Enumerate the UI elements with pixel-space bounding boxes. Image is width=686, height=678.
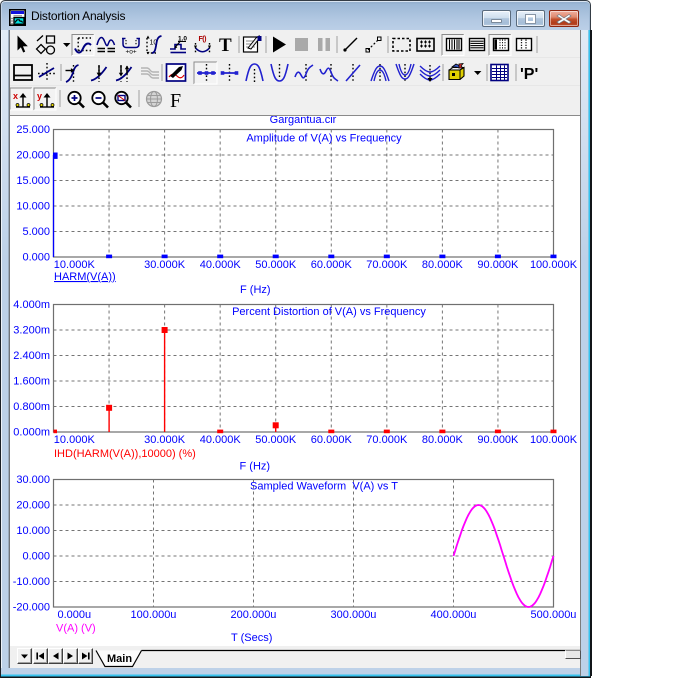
svg-text:500.000u: 500.000u <box>531 609 577 621</box>
svg-text:T: T <box>219 35 232 56</box>
svg-text:15.000: 15.000 <box>16 175 50 187</box>
svg-text:x: x <box>13 91 18 101</box>
svg-text:HARM(V(A)): HARM(V(A)) <box>54 271 116 283</box>
svg-text:10.000K: 10.000K <box>54 259 96 271</box>
svg-text:Gargantua.cir: Gargantua.cir <box>270 116 337 126</box>
svg-text:30.000K: 30.000K <box>144 259 186 271</box>
svg-text:3.200m: 3.200m <box>13 325 50 337</box>
svg-text:5.000: 5.000 <box>22 226 50 238</box>
svg-text:Sampled Waveform V(A) vs T: Sampled Waveform V(A) vs T <box>250 481 398 493</box>
svg-text:2.400m: 2.400m <box>13 350 50 362</box>
svg-text:200.000u: 200.000u <box>231 609 277 621</box>
svg-text:80.000K: 80.000K <box>422 259 464 271</box>
svg-text:0.000: 0.000 <box>22 551 50 563</box>
svg-text:F (Hz): F (Hz) <box>240 284 271 296</box>
svg-text:30.000: 30.000 <box>16 474 50 486</box>
svg-text:60.000K: 60.000K <box>311 434 353 446</box>
svg-text:25.000: 25.000 <box>16 124 50 136</box>
svg-text:IHD(HARM(V(A)),10000) (%): IHD(HARM(V(A)),10000) (%) <box>54 448 196 460</box>
svg-text:40.000K: 40.000K <box>200 434 242 446</box>
svg-text:70.000K: 70.000K <box>366 434 408 446</box>
svg-text:60.000K: 60.000K <box>311 259 353 271</box>
svg-text:+o+: +o+ <box>126 49 137 56</box>
svg-text:100.000K: 100.000K <box>530 434 578 446</box>
svg-text:40.000K: 40.000K <box>200 259 242 271</box>
svg-text:-20.000: -20.000 <box>13 602 50 614</box>
svg-text:30.000K: 30.000K <box>144 434 186 446</box>
svg-text:100.000u: 100.000u <box>131 609 177 621</box>
svg-text:T (Secs): T (Secs) <box>231 632 272 644</box>
svg-text:100.000K: 100.000K <box>530 259 578 271</box>
svg-text:F: F <box>170 90 181 112</box>
svg-text:0.000: 0.000 <box>22 252 50 264</box>
svg-text:10.000: 10.000 <box>16 525 50 537</box>
svg-text:70.000K: 70.000K <box>366 259 408 271</box>
svg-text:Main: Main <box>107 653 132 665</box>
svg-text:0.000u: 0.000u <box>58 609 92 621</box>
svg-text:4.000m: 4.000m <box>13 299 50 311</box>
svg-text:'P': 'P' <box>520 66 538 83</box>
svg-text:50.000K: 50.000K <box>255 434 297 446</box>
svg-text:y: y <box>37 91 42 101</box>
svg-text:0.000m: 0.000m <box>13 427 50 439</box>
svg-text:F(): F() <box>199 36 207 43</box>
svg-text:50.000K: 50.000K <box>255 259 297 271</box>
svg-text:0.800m: 0.800m <box>13 401 50 413</box>
svg-text:90.000K: 90.000K <box>477 259 519 271</box>
svg-text:10.000K: 10.000K <box>54 434 96 446</box>
svg-text:80.000K: 80.000K <box>422 434 464 446</box>
svg-text:Percent Distortion of V(A) vs: Percent Distortion of V(A) vs Frequency <box>232 306 426 318</box>
svg-text:300.000u: 300.000u <box>331 609 377 621</box>
svg-text:20.000: 20.000 <box>16 500 50 512</box>
svg-text:F (Hz): F (Hz) <box>240 461 271 473</box>
svg-text:400.000u: 400.000u <box>431 609 477 621</box>
svg-text:20.000: 20.000 <box>16 150 50 162</box>
svg-text:Amplitude of V(A) vs Frequency: Amplitude of V(A) vs Frequency <box>246 133 402 145</box>
svg-text:-10.000: -10.000 <box>13 576 50 588</box>
svg-text:90.000K: 90.000K <box>477 434 519 446</box>
svg-text:V(A) (V): V(A) (V) <box>56 623 96 635</box>
svg-text:1.600m: 1.600m <box>13 376 50 388</box>
svg-text:10.000: 10.000 <box>16 201 50 213</box>
